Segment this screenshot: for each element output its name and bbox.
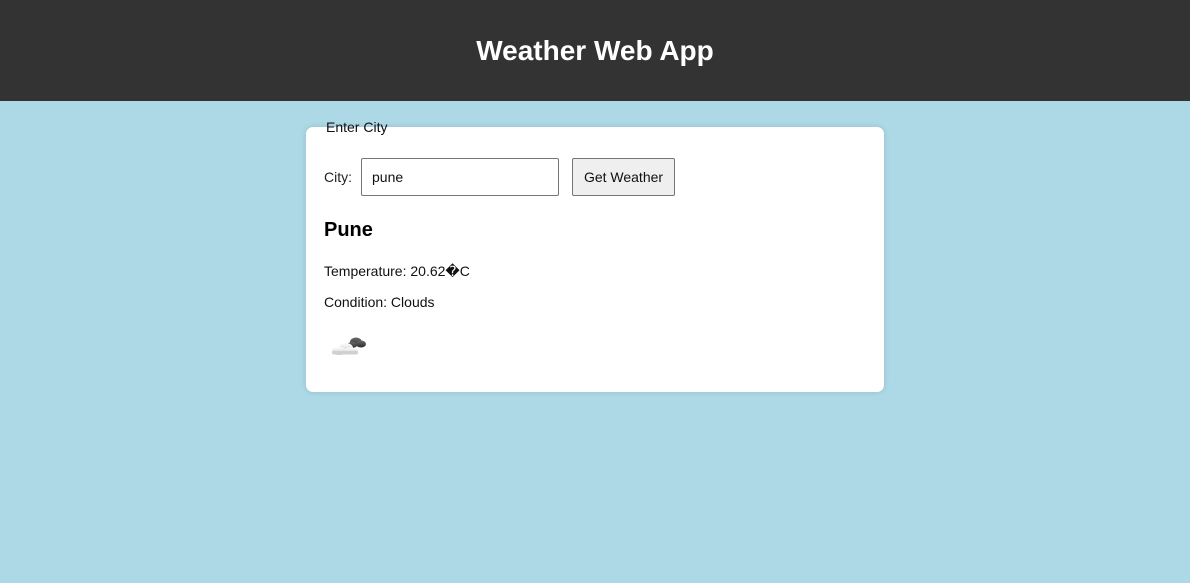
- weather-card: Enter City City: Get Weather Pune Temper…: [306, 119, 884, 392]
- get-weather-button[interactable]: Get Weather: [572, 158, 675, 196]
- app-header: Weather Web App: [0, 0, 1190, 101]
- condition-text: Condition: Clouds: [324, 294, 435, 310]
- city-input[interactable]: [361, 158, 559, 196]
- fieldset-legend: Enter City: [326, 119, 388, 135]
- temperature-text: Temperature: 20.62�C: [324, 263, 470, 279]
- app-title: Weather Web App: [476, 34, 714, 66]
- result-city-name: Pune: [324, 219, 373, 241]
- city-label: City:: [324, 169, 352, 185]
- cloud-icon: [332, 337, 366, 355]
